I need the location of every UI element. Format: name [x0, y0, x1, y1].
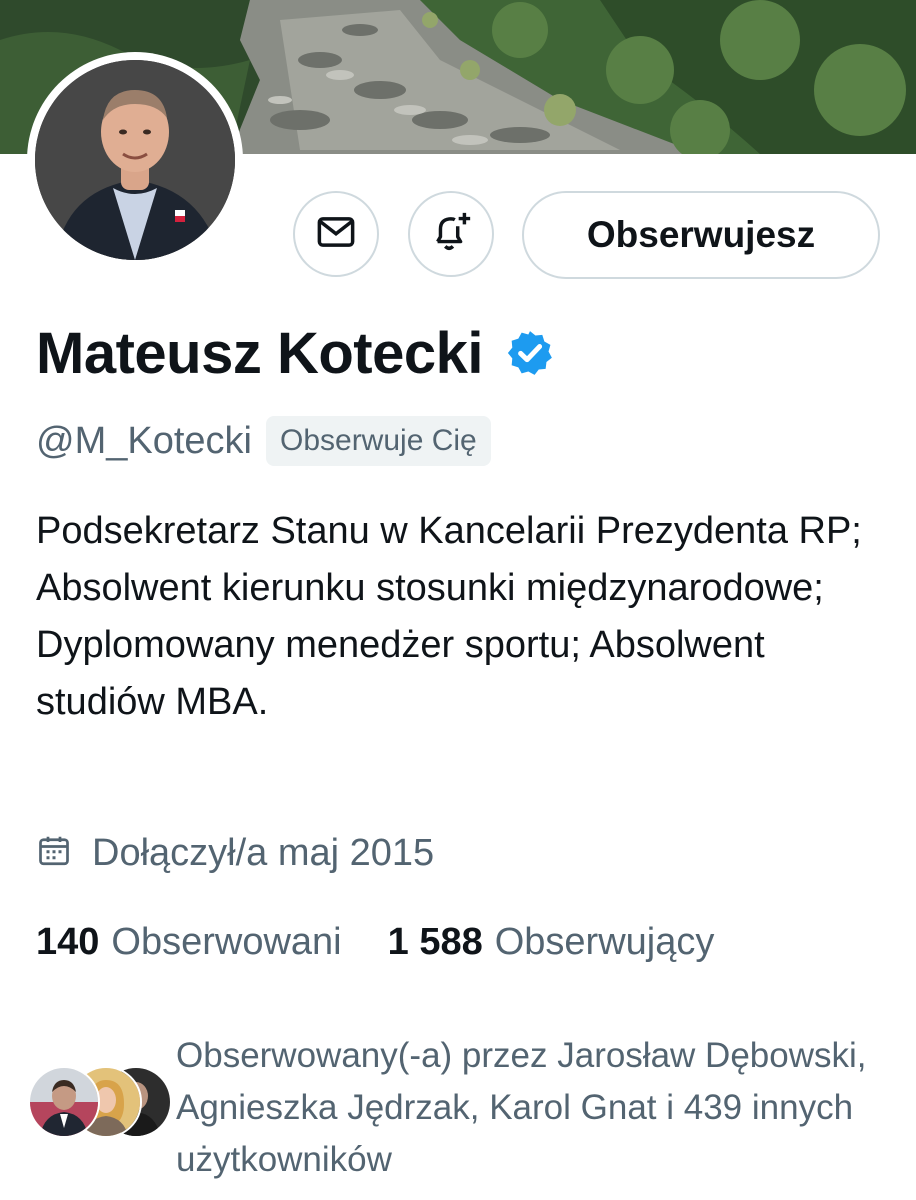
mutual-followers-avatars[interactable]	[28, 1066, 172, 1138]
handle-row: @M_Kotecki Obserwuje Cię	[36, 414, 491, 468]
followed-by-text[interactable]: Obserwowany(-a) przez Jarosław Dębowski,…	[176, 1030, 896, 1186]
verified-badge-icon[interactable]	[505, 328, 555, 378]
calendar-icon	[36, 833, 72, 874]
profile-page: Obserwujesz Mateusz Kotecki @M_Kotecki O…	[0, 0, 916, 1200]
name-row: Mateusz Kotecki	[36, 316, 555, 390]
joined-date: Dołączył/a maj 2015	[92, 831, 435, 874]
following-link[interactable]: 140 Obserwowani	[36, 921, 342, 964]
profile-avatar[interactable]	[27, 52, 243, 268]
envelope-icon	[315, 211, 357, 258]
followers-label: Obserwujący	[494, 920, 715, 963]
follows-you-badge: Obserwuje Cię	[265, 416, 491, 466]
profile-bio: Podsekretarz Stanu w Kancelarii Prezyden…	[36, 510, 862, 723]
followers-count: 1 588	[387, 920, 483, 963]
following-button[interactable]: Obserwujesz	[522, 191, 880, 279]
bell-plus-icon	[428, 209, 474, 260]
stats-row: 140 Obserwowani 1 588 Obserwujący	[36, 914, 714, 970]
following-label: Obserwowani	[111, 920, 342, 963]
message-button[interactable]	[293, 191, 379, 277]
following-count: 140	[36, 920, 100, 963]
joined-row: Dołączył/a maj 2015	[36, 826, 434, 880]
user-handle: @M_Kotecki	[36, 419, 252, 462]
mutual-avatar	[28, 1066, 100, 1138]
display-name: Mateusz Kotecki	[36, 320, 483, 386]
notifications-button[interactable]	[408, 191, 494, 277]
followers-link[interactable]: 1 588 Obserwujący	[388, 921, 715, 964]
